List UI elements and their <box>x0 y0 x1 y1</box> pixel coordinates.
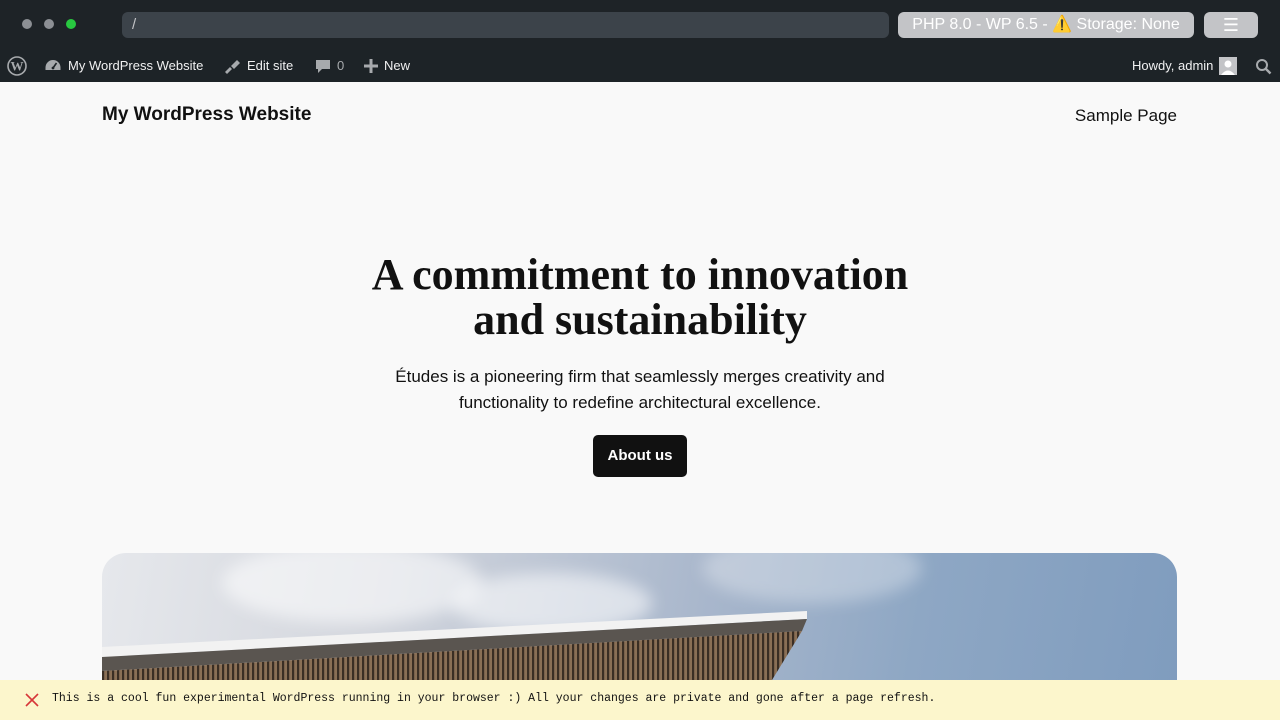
new-content-menu[interactable]: New <box>364 50 410 82</box>
site-title-link[interactable]: My WordPress Website <box>102 104 311 126</box>
new-label: New <box>384 58 411 73</box>
edit-site-label: Edit site <box>247 58 294 73</box>
notice-text: This is a cool fun experimental WordPres… <box>52 692 936 705</box>
comments-count: 0 <box>337 58 345 73</box>
environment-button[interactable]: PHP 8.0 - WP 6.5 - ⚠️ Storage: None <box>898 12 1194 38</box>
comments-link[interactable]: 0 <box>315 50 344 82</box>
howdy-label: Howdy, admin <box>1132 58 1214 73</box>
address-bar[interactable]: / <box>122 12 889 38</box>
wordpress-logo-icon: W <box>7 56 27 76</box>
svg-text:W: W <box>11 59 24 74</box>
admin-search[interactable] <box>1255 50 1272 82</box>
comment-bubble-icon <box>315 58 331 74</box>
hamburger-menu-button[interactable]: ☰ <box>1204 12 1258 38</box>
search-icon <box>1255 58 1272 75</box>
hero-heading: A commitment to innovation and sustainab… <box>371 250 909 344</box>
site-name-menu[interactable]: My WordPress Website <box>44 50 203 82</box>
edit-site-link[interactable]: Edit site <box>223 50 293 82</box>
site-name-label: My WordPress Website <box>68 58 204 73</box>
maximize-window-dot[interactable] <box>66 19 76 29</box>
hero-description: Études is a pioneering firm that seamles… <box>395 367 885 412</box>
my-account-menu[interactable]: Howdy, admin <box>1132 50 1238 82</box>
browser-chrome: / PHP 8.0 - WP 6.5 - ⚠️ Storage: None ☰ <box>0 0 1280 50</box>
playground-notice-bar: This is a cool fun experimental WordPres… <box>0 680 1280 720</box>
about-us-button[interactable]: About us <box>593 435 687 477</box>
minimize-window-dot[interactable] <box>44 19 54 29</box>
plus-icon <box>364 59 378 73</box>
avatar <box>1219 57 1238 75</box>
wp-admin-bar: W My WordPress Website Edit site 0 New H… <box>0 50 1280 82</box>
dashboard-gauge-icon <box>44 58 62 74</box>
nav-sample-page[interactable]: Sample Page <box>1075 106 1177 126</box>
close-window-dot[interactable] <box>22 19 32 29</box>
brush-icon <box>223 57 241 75</box>
close-icon[interactable] <box>24 692 40 708</box>
wordpress-logo-menu[interactable]: W <box>7 50 27 82</box>
